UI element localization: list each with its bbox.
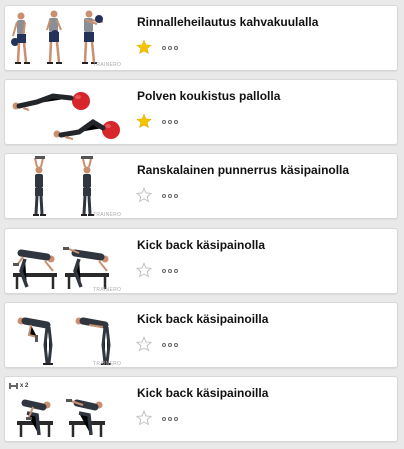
star-filled-icon[interactable] — [136, 113, 152, 129]
watermark: TRAINERO — [93, 62, 122, 68]
star-outline-icon[interactable] — [135, 336, 153, 352]
exercise-thumbnail — [7, 82, 129, 144]
exercise-thumbnail: TRAINERO — [7, 305, 129, 367]
exercise-list: TRAINERO Rinnalleheilautus kahvakuulalla — [0, 0, 404, 449]
exercise-card[interactable]: Polven koukistus pallolla — [4, 79, 398, 145]
exercise-card[interactable]: TRAINERO Kick back käsipainolla — [4, 228, 398, 294]
exercise-thumbnail: x 2 — [7, 379, 129, 441]
more-dots-icon[interactable] — [162, 43, 182, 53]
more-dots-icon[interactable] — [162, 191, 182, 201]
star-filled-icon[interactable] — [136, 39, 152, 55]
exercise-title[interactable]: Kick back käsipainolla — [137, 238, 389, 252]
more-dots-icon[interactable] — [162, 117, 182, 127]
star-outline-icon[interactable] — [135, 262, 153, 278]
exercise-thumbnail: TRAINERO — [7, 231, 129, 293]
multiplier-badge: x 2 — [20, 383, 29, 389]
exercise-card[interactable]: TRAINERO Ranskalainen punnerrus käsipain… — [4, 153, 398, 219]
watermark: TRAINERO — [93, 361, 122, 367]
exercise-card[interactable]: TRAINERO Kick back käsipainoilla — [4, 302, 398, 368]
exercise-thumbnail: TRAINERO — [7, 156, 129, 218]
more-dots-icon[interactable] — [162, 414, 182, 424]
star-outline-icon[interactable] — [135, 187, 153, 203]
more-dots-icon[interactable] — [162, 266, 182, 276]
exercise-card[interactable]: x 2 Kick back käsipainoilla — [4, 376, 398, 442]
exercise-title[interactable]: Kick back käsipainoilla — [137, 386, 389, 400]
exercise-thumbnail: TRAINERO — [7, 8, 129, 70]
more-dots-icon[interactable] — [162, 340, 182, 350]
watermark: TRAINERO — [93, 287, 122, 293]
star-outline-icon[interactable] — [135, 410, 153, 426]
dumbbell-icon — [9, 383, 18, 389]
watermark: TRAINERO — [93, 212, 122, 218]
exercise-title[interactable]: Rinnalleheilautus kahvakuulalla — [137, 15, 389, 29]
exercise-title[interactable]: Polven koukistus pallolla — [137, 89, 389, 103]
exercise-title[interactable]: Ranskalainen punnerrus käsipainolla — [137, 163, 389, 177]
exercise-title[interactable]: Kick back käsipainoilla — [137, 312, 389, 326]
exercise-card[interactable]: TRAINERO Rinnalleheilautus kahvakuulalla — [4, 5, 398, 71]
